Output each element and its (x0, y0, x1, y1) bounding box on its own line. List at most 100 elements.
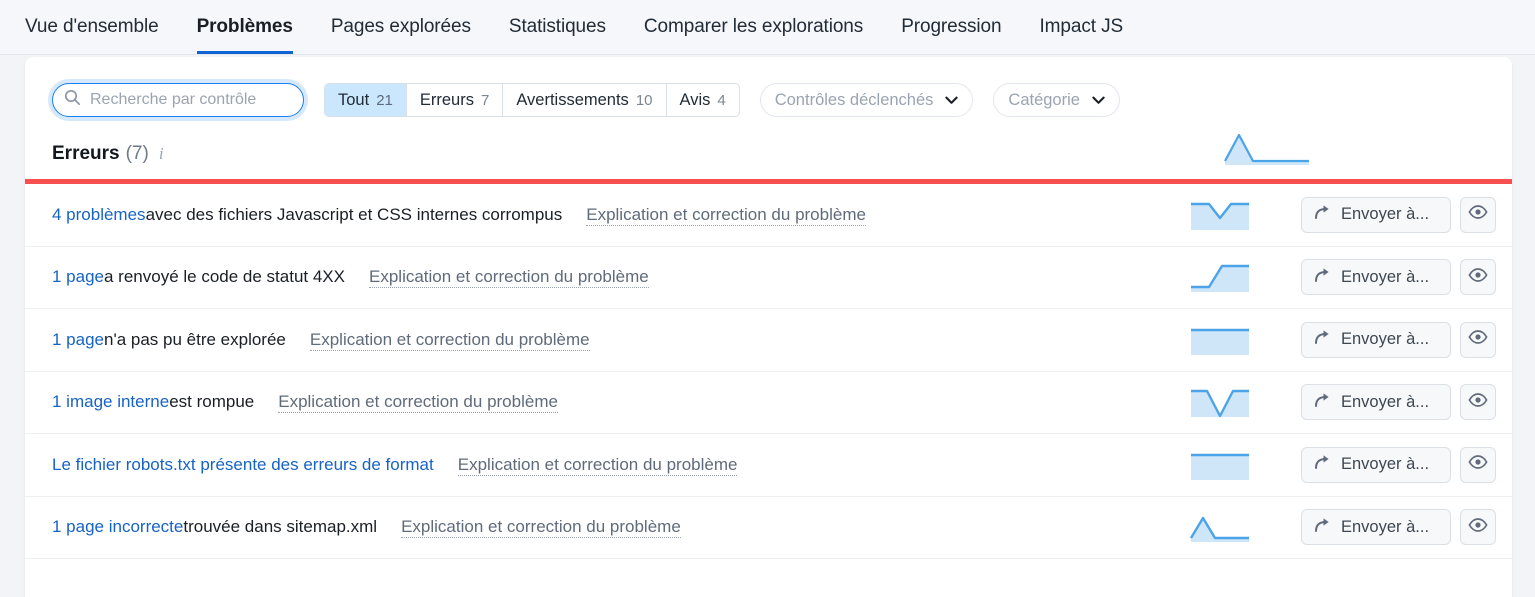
tab-label: Vue d'ensemble (25, 15, 159, 37)
send-to-button[interactable]: Envoyer à... (1301, 509, 1451, 546)
dropdown-categorie[interactable]: Catégorie (993, 83, 1120, 117)
severity-filter-erreurs[interactable]: Erreurs 7 (407, 84, 504, 116)
eye-icon (1468, 392, 1488, 412)
search-icon (64, 89, 81, 111)
issue-text: n'a pas pu être explorée (104, 329, 286, 349)
severity-filter-avis[interactable]: Avis 4 (667, 84, 739, 116)
segment-label: Avertissements (516, 91, 629, 109)
eye-icon (1468, 517, 1488, 537)
explain-link[interactable]: Explication et correction du problème (369, 266, 649, 289)
row-sparkline (1189, 260, 1279, 294)
row-sparkline (1189, 198, 1279, 232)
tab-impact-js[interactable]: Impact JS (1020, 0, 1142, 54)
issue-text: trouvée dans sitemap.xml (183, 517, 378, 537)
tab-label: Impact JS (1039, 15, 1124, 37)
explain-link[interactable]: Explication et correction du problème (457, 454, 738, 476)
send-to-button[interactable]: Envoyer à... (1301, 321, 1451, 358)
issue-text: avec des fichiers Javascript et CSS inte… (145, 204, 563, 224)
issue-description: 1 page n'a pas pu être explorée Explicat… (52, 329, 1189, 351)
segment-label: Avis (679, 91, 711, 109)
tab-problemes[interactable]: Problèmes (178, 0, 312, 54)
section-title: Erreurs (52, 143, 120, 164)
send-to-button[interactable]: Envoyer à... (1301, 196, 1451, 233)
table-row[interactable]: Le fichier robots.txt présente des erreu… (25, 434, 1512, 497)
explain-link[interactable]: Explication et correction du problème (278, 391, 558, 414)
segment-count: 10 (635, 92, 653, 109)
toggle-visibility-button[interactable] (1460, 196, 1496, 233)
send-to-button[interactable]: Envoyer à... (1301, 446, 1451, 483)
send-to-label: Envoyer à... (1341, 392, 1430, 411)
table-row[interactable]: 1 page a renvoyé le code de statut 4XX E… (25, 247, 1512, 309)
toggle-visibility-button[interactable] (1460, 259, 1496, 296)
toggle-visibility-button[interactable] (1460, 446, 1496, 483)
info-icon[interactable]: i (159, 144, 164, 164)
share-arrow-icon (1314, 267, 1332, 288)
issue-text: a renvoyé le code de statut 4XX (104, 267, 345, 287)
explain-link[interactable]: Explication et correction du problème (309, 329, 590, 351)
tab-label: Pages explorées (330, 15, 471, 37)
share-arrow-icon (1314, 454, 1332, 475)
tab-label: Progression (901, 15, 1002, 37)
filter-bar: Tout 21 Erreurs 7 Avertissements 10 Avis… (25, 57, 1512, 117)
severity-filter-tout[interactable]: Tout 21 (325, 84, 407, 116)
share-arrow-icon (1314, 329, 1332, 350)
segment-count: 7 (480, 92, 490, 109)
send-to-label: Envoyer à... (1341, 455, 1430, 474)
send-to-label: Envoyer à... (1341, 267, 1430, 286)
eye-icon (1468, 455, 1488, 474)
severity-filter-avertissements[interactable]: Avertissements 10 (503, 84, 667, 116)
issue-description: 4 problèmes avec des fichiers Javascript… (52, 204, 1189, 226)
segment-label: Erreurs (419, 91, 474, 109)
tab-comparer-les-explorations[interactable]: Comparer les explorations (625, 0, 882, 54)
toggle-visibility-button[interactable] (1460, 384, 1496, 421)
row-sparkline (1189, 323, 1279, 357)
send-to-button[interactable]: Envoyer à... (1301, 384, 1451, 421)
send-to-label: Envoyer à... (1341, 205, 1430, 224)
chevron-down-icon (1092, 94, 1105, 107)
issue-text: est rompue (169, 392, 255, 412)
search-input[interactable] (88, 85, 283, 115)
toggle-visibility-button[interactable] (1460, 321, 1496, 358)
table-row[interactable]: 1 page n'a pas pu être explorée Explicat… (25, 309, 1512, 372)
dropdown-label: Contrôles déclenchés (774, 90, 934, 109)
toggle-visibility-button[interactable] (1460, 509, 1496, 546)
row-sparkline (1189, 510, 1279, 544)
search-field[interactable] (52, 83, 304, 117)
dropdown-label: Catégorie (1008, 90, 1080, 109)
severity-filter-group: Tout 21 Erreurs 7 Avertissements 10 Avis… (324, 83, 740, 117)
send-to-button[interactable]: Envoyer à... (1301, 259, 1451, 296)
dropdown-controles-declenches[interactable]: Contrôles déclenchés (759, 83, 974, 117)
tab-statistiques[interactable]: Statistiques (490, 0, 625, 54)
table-row[interactable]: 1 image interne est rompue Explication e… (25, 372, 1512, 434)
tab-vue-densemble[interactable]: Vue d'ensemble (25, 0, 178, 54)
eye-icon (1468, 330, 1488, 349)
send-to-label: Envoyer à... (1341, 517, 1430, 536)
issue-count-link[interactable]: 1 page (52, 330, 104, 350)
explain-link[interactable]: Explication et correction du problème (586, 204, 866, 226)
segment-label: Tout (338, 91, 370, 109)
chevron-down-icon (945, 94, 959, 107)
tab-label: Comparer les explorations (643, 15, 864, 37)
tab-pages-explorees[interactable]: Pages explorées (312, 0, 490, 54)
row-sparkline (1189, 385, 1279, 419)
issue-description: 1 page a renvoyé le code de statut 4XX E… (52, 266, 1189, 289)
explain-link[interactable]: Explication et correction du problème (401, 516, 681, 539)
tab-progression[interactable]: Progression (882, 0, 1020, 54)
table-row[interactable]: 1 page incorrecte trouvée dans sitemap.x… (25, 497, 1512, 559)
issue-description: 1 image interne est rompue Explication e… (52, 391, 1189, 414)
issue-description: 1 page incorrecte trouvée dans sitemap.x… (52, 516, 1189, 539)
row-sparkline (1189, 448, 1279, 482)
tab-label: Problèmes (196, 15, 293, 37)
issue-count-link[interactable]: 1 image interne (52, 392, 169, 412)
segment-count: 21 (376, 92, 393, 109)
eye-icon (1468, 267, 1488, 287)
issue-count-link[interactable]: 4 problèmes (52, 205, 146, 225)
table-row[interactable]: 4 problèmes avec des fichiers Javascript… (25, 184, 1512, 247)
share-arrow-icon (1314, 392, 1332, 413)
issue-count-link[interactable]: 1 page incorrecte (52, 517, 183, 537)
eye-icon (1468, 205, 1488, 224)
section-count: (7) (125, 143, 149, 164)
section-sparkline (1223, 125, 1311, 165)
issue-count-link[interactable]: Le fichier robots.txt présente des erreu… (52, 455, 434, 475)
issue-count-link[interactable]: 1 page (52, 267, 104, 287)
